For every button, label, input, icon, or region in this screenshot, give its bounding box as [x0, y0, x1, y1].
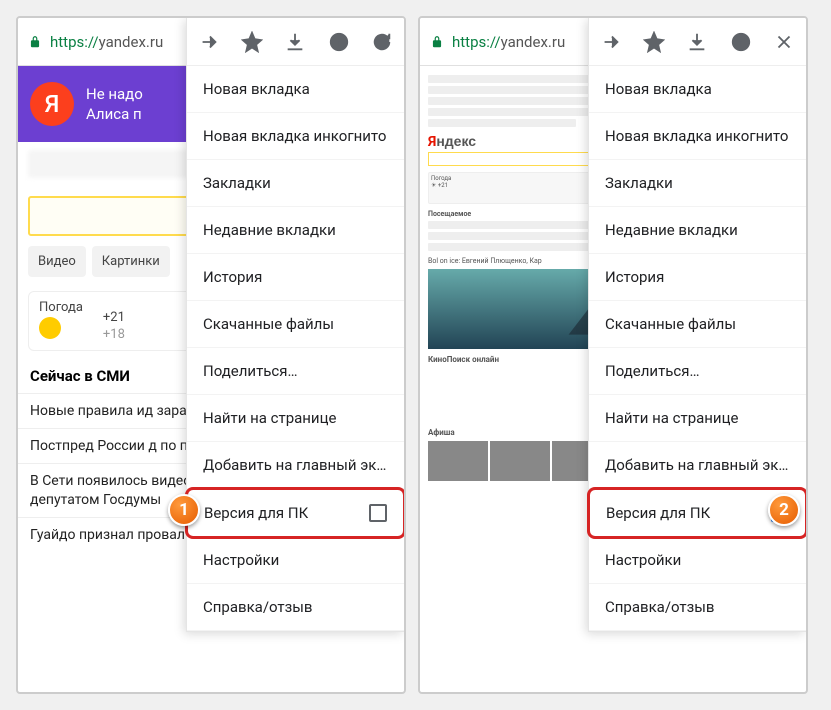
menu-new-tab[interactable]: Новая вкладка	[589, 66, 806, 113]
tab-video[interactable]: Видео	[28, 246, 86, 277]
menu-downloads[interactable]: Скачанные файлы	[187, 301, 404, 348]
browser-menu: Новая вкладка Новая вкладка инкогнито За…	[588, 18, 806, 632]
menu-settings[interactable]: Настройки	[187, 537, 404, 584]
tab-images[interactable]: Картинки	[92, 246, 170, 277]
banner-text: Не надо Алиса п	[86, 84, 143, 125]
step-badge-2: 2	[768, 494, 800, 526]
menu-toolbar	[589, 18, 806, 66]
desktop-checkbox-unchecked[interactable]	[369, 504, 387, 522]
menu-desktop-label: Версия для ПК	[606, 504, 710, 522]
info-icon[interactable]	[328, 31, 350, 53]
url-text: https://yandex.ru	[452, 33, 565, 51]
info-icon[interactable]	[730, 31, 752, 53]
lock-icon	[28, 35, 42, 49]
phone-left: https://yandex.ru Я Не надо Алиса п Виде…	[16, 16, 406, 694]
blurred-row	[428, 119, 576, 127]
reload-icon[interactable]	[371, 31, 393, 53]
afisha-thumb[interactable]	[490, 441, 550, 481]
menu-share[interactable]: Поделиться…	[187, 348, 404, 395]
temp-lo: +18	[103, 327, 125, 342]
download-icon[interactable]	[284, 31, 306, 53]
menu-desktop-label: Версия для ПК	[204, 504, 308, 522]
menu-desktop-site[interactable]: Версия для ПК	[185, 487, 406, 539]
menu-incognito[interactable]: Новая вкладка инкогнито	[187, 113, 404, 160]
menu-downloads[interactable]: Скачанные файлы	[589, 301, 806, 348]
menu-add-home[interactable]: Добавить на главный эк…	[589, 442, 806, 489]
browser-menu: Новая вкладка Новая вкладка инкогнито За…	[186, 18, 404, 632]
menu-bookmarks[interactable]: Закладки	[589, 160, 806, 207]
menu-bookmarks[interactable]: Закладки	[187, 160, 404, 207]
weather-label: Погода	[39, 300, 83, 315]
menu-add-home[interactable]: Добавить на главный эк…	[187, 442, 404, 489]
menu-toolbar	[187, 18, 404, 66]
menu-history[interactable]: История	[589, 254, 806, 301]
star-icon[interactable]	[241, 31, 263, 53]
menu-help[interactable]: Справка/отзыв	[187, 584, 404, 631]
afisha-thumb[interactable]	[428, 441, 488, 481]
temp-hi: +21	[103, 310, 125, 325]
phone-right: https://yandex.ru Яндекс Погода☀ +21 Про…	[418, 16, 808, 694]
menu-help[interactable]: Справка/отзыв	[589, 584, 806, 631]
menu-settings[interactable]: Настройки	[589, 537, 806, 584]
menu-history[interactable]: История	[187, 254, 404, 301]
menu-new-tab[interactable]: Новая вкладка	[187, 66, 404, 113]
menu-incognito[interactable]: Новая вкладка инкогнито	[589, 113, 806, 160]
forward-icon[interactable]	[198, 31, 220, 53]
menu-find[interactable]: Найти на странице	[187, 395, 404, 442]
menu-recent-tabs[interactable]: Недавние вкладки	[187, 207, 404, 254]
menu-share[interactable]: Поделиться…	[589, 348, 806, 395]
yandex-logo-icon: Я	[30, 82, 74, 126]
lock-icon	[430, 35, 444, 49]
close-icon[interactable]	[773, 31, 795, 53]
star-icon[interactable]	[643, 31, 665, 53]
step-badge-1: 1	[168, 494, 200, 526]
download-icon[interactable]	[686, 31, 708, 53]
sun-icon	[39, 317, 61, 339]
weather-widget[interactable]: Погода☀ +21	[428, 172, 611, 204]
url-text: https://yandex.ru	[50, 33, 163, 51]
menu-recent-tabs[interactable]: Недавние вкладки	[589, 207, 806, 254]
forward-icon[interactable]	[600, 31, 622, 53]
menu-find[interactable]: Найти на странице	[589, 395, 806, 442]
